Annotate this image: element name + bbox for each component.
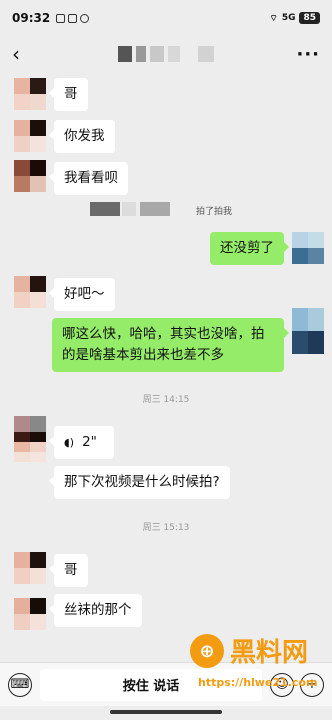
message-bubble[interactable]: 哥 — [49, 554, 88, 587]
avatar[interactable] — [14, 160, 46, 192]
nickname-blurred — [122, 202, 136, 216]
message-bubble[interactable]: 还没剪了 — [210, 232, 289, 265]
avatar[interactable] — [14, 120, 46, 152]
more-options-icon[interactable]: ··· — [296, 44, 320, 65]
wifi-icon: ⌔ — [269, 13, 278, 24]
message-bubble[interactable]: 哥 — [49, 78, 88, 111]
message-bubble[interactable]: 我看看呗 — [49, 162, 128, 195]
signal-icon: 5G — [281, 13, 296, 23]
message-bubble[interactable]: 你发我 — [49, 120, 115, 153]
system-message: 拍了拍我 — [196, 207, 233, 217]
home-indicator[interactable] — [110, 710, 222, 714]
chat-header: ‹ ··· — [0, 36, 332, 72]
notification-icon — [56, 13, 66, 23]
avatar[interactable] — [14, 598, 46, 630]
message-bubble[interactable]: 好吧～ — [49, 278, 115, 311]
timestamp: 周三 14:15 — [142, 395, 190, 405]
contact-name-blurred — [118, 46, 214, 62]
emoji-icon[interactable]: ☺ — [270, 672, 294, 697]
status-time: 09:32 — [12, 11, 51, 25]
nickname-blurred — [140, 202, 170, 216]
nickname-blurred — [90, 202, 120, 216]
avatar — [14, 442, 46, 462]
avatar[interactable] — [14, 552, 46, 584]
notification-icon — [80, 13, 90, 23]
timestamp: 周三 15:13 — [142, 523, 190, 533]
message-list[interactable]: 哥 你发我 我看看呗 拍了拍我 还没剪了 好吧～ 哪这么快，哈哈，其实也没啥，拍… — [0, 72, 332, 662]
message-bubble[interactable]: 那下次视频是什么时候拍? — [49, 466, 230, 499]
avatar[interactable] — [292, 308, 324, 354]
keyboard-icon[interactable]: ⌨ — [8, 672, 32, 697]
input-bar: ⌨ 按住 说话 ☺ + — [0, 662, 332, 706]
plus-icon[interactable]: + — [300, 672, 324, 697]
avatar[interactable] — [14, 276, 46, 308]
hold-to-talk-button[interactable]: 按住 说话 — [40, 668, 262, 701]
avatar[interactable] — [292, 232, 324, 264]
voice-duration: 2" — [82, 434, 97, 450]
avatar[interactable] — [14, 78, 46, 110]
voice-icon: ◖) — [64, 436, 75, 449]
notification-icon — [68, 13, 78, 23]
battery-indicator: 85 — [299, 12, 320, 24]
back-icon[interactable]: ‹ — [12, 42, 36, 66]
message-bubble[interactable]: 丝袜的那个 — [49, 594, 142, 627]
voice-message-bubble[interactable]: ◖) 2" — [49, 426, 114, 459]
status-bar: 09:32 ⌔ 5G 85 — [0, 0, 332, 36]
message-bubble[interactable]: 哪这么快，哈哈，其实也没啥，拍的是啥基本剪出来也差不多 — [52, 318, 289, 372]
